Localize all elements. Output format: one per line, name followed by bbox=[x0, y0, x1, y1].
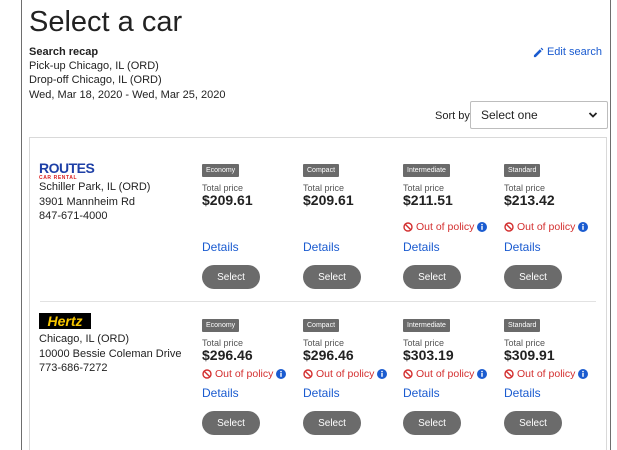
total-price: $209.61 bbox=[303, 192, 354, 208]
chevron-down-icon bbox=[588, 112, 598, 118]
info-icon[interactable] bbox=[276, 369, 287, 379]
vendor-location: Schiller Park, IL (ORD) bbox=[39, 181, 151, 193]
ban-icon bbox=[403, 222, 413, 232]
details-link[interactable]: Details bbox=[202, 386, 239, 400]
total-price: $296.46 bbox=[303, 347, 354, 363]
select-button[interactable]: Select bbox=[504, 265, 562, 289]
vendor-phone: 773-686-7272 bbox=[39, 362, 108, 374]
out-of-policy-notice: Out of policy bbox=[403, 221, 488, 233]
ban-icon bbox=[504, 369, 514, 379]
offer-hertz-intermediate: Intermediate Total price $303.19 Out of … bbox=[403, 314, 498, 435]
details-link[interactable]: Details bbox=[403, 386, 440, 400]
total-price: $303.19 bbox=[403, 347, 454, 363]
results-card: ROUTES CAR RENTAL Schiller Park, IL (ORD… bbox=[29, 137, 607, 450]
ban-icon bbox=[303, 369, 313, 379]
offer-hertz-economy: Economy Total price $296.46 Out of polic… bbox=[202, 314, 297, 435]
out-of-policy-notice: Out of policy bbox=[504, 221, 589, 233]
edit-search-link[interactable]: Edit search bbox=[533, 46, 602, 58]
info-icon[interactable] bbox=[477, 222, 488, 232]
ban-icon bbox=[504, 222, 514, 232]
details-link[interactable]: Details bbox=[504, 240, 541, 254]
edit-search-label: Edit search bbox=[546, 46, 602, 58]
pencil-icon bbox=[533, 47, 544, 57]
offer-routes-intermediate: Intermediate Total price $211.51 Out of … bbox=[403, 159, 498, 289]
info-icon[interactable] bbox=[477, 369, 488, 379]
offer-hertz-standard: Standard Total price $309.91 Out of poli… bbox=[504, 314, 599, 435]
offer-routes-economy: Economy Total price $209.61 Details Sele… bbox=[202, 159, 297, 289]
sort-select[interactable]: Select one bbox=[470, 101, 608, 129]
recap-dates: Wed, Mar 18, 2020 - Wed, Mar 25, 2020 bbox=[29, 89, 226, 101]
select-button[interactable]: Select bbox=[504, 411, 562, 435]
recap-pickup: Pick-up Chicago, IL (ORD) bbox=[29, 60, 159, 72]
offer-routes-compact: Compact Total price $209.61 Details Sele… bbox=[303, 159, 398, 289]
page-title: Select a car bbox=[29, 6, 183, 38]
total-price: $296.46 bbox=[202, 347, 253, 363]
details-link[interactable]: Details bbox=[303, 240, 340, 254]
offer-routes-standard: Standard Total price $213.42 Out of poli… bbox=[504, 159, 599, 289]
offer-hertz-compact: Compact Total price $296.46 Out of polic… bbox=[303, 314, 398, 435]
category-badge: Economy bbox=[202, 164, 240, 177]
info-icon[interactable] bbox=[377, 369, 388, 379]
category-badge: Economy bbox=[202, 319, 240, 332]
total-price: $213.42 bbox=[504, 192, 555, 208]
total-price: $209.61 bbox=[202, 192, 253, 208]
hertz-logo: Hertz bbox=[39, 313, 91, 329]
category-badge: Intermediate bbox=[403, 164, 450, 177]
sort-by-label: Sort by bbox=[435, 110, 470, 122]
details-link[interactable]: Details bbox=[303, 386, 340, 400]
total-price: $211.51 bbox=[403, 192, 453, 208]
sort-selected-value: Select one bbox=[481, 108, 538, 122]
details-link[interactable]: Details bbox=[504, 386, 541, 400]
routes-logo: ROUTES CAR RENTAL bbox=[39, 160, 95, 181]
category-badge: Compact bbox=[303, 164, 340, 177]
page-frame: Select a car Search recap Pick-up Chicag… bbox=[21, 0, 611, 450]
row-divider bbox=[40, 301, 596, 302]
info-icon[interactable] bbox=[578, 222, 589, 232]
category-badge: Compact bbox=[303, 319, 340, 332]
category-badge: Standard bbox=[504, 164, 541, 177]
vendor-address: 3901 Mannheim Rd bbox=[39, 196, 136, 208]
select-button[interactable]: Select bbox=[202, 411, 260, 435]
info-icon[interactable] bbox=[578, 369, 589, 379]
out-of-policy-notice: Out of policy bbox=[504, 368, 589, 380]
details-link[interactable]: Details bbox=[202, 240, 239, 254]
vendor-location: Chicago, IL (ORD) bbox=[39, 333, 130, 345]
select-button[interactable]: Select bbox=[303, 265, 361, 289]
out-of-policy-notice: Out of policy bbox=[202, 368, 287, 380]
ban-icon bbox=[403, 369, 413, 379]
select-button[interactable]: Select bbox=[202, 265, 260, 289]
category-badge: Standard bbox=[504, 319, 541, 332]
vendor-address: 10000 Bessie Coleman Drive bbox=[39, 348, 182, 360]
select-button[interactable]: Select bbox=[403, 411, 461, 435]
total-price: $309.91 bbox=[504, 347, 555, 363]
out-of-policy-notice: Out of policy bbox=[403, 368, 488, 380]
search-recap-heading: Search recap bbox=[29, 46, 99, 58]
ban-icon bbox=[202, 369, 212, 379]
category-badge: Intermediate bbox=[403, 319, 450, 332]
out-of-policy-notice: Out of policy bbox=[303, 368, 388, 380]
select-button[interactable]: Select bbox=[403, 265, 461, 289]
select-button[interactable]: Select bbox=[303, 411, 361, 435]
recap-dropoff: Drop-off Chicago, IL (ORD) bbox=[29, 74, 162, 86]
details-link[interactable]: Details bbox=[403, 240, 440, 254]
vendor-phone: 847-671-4000 bbox=[39, 210, 108, 222]
